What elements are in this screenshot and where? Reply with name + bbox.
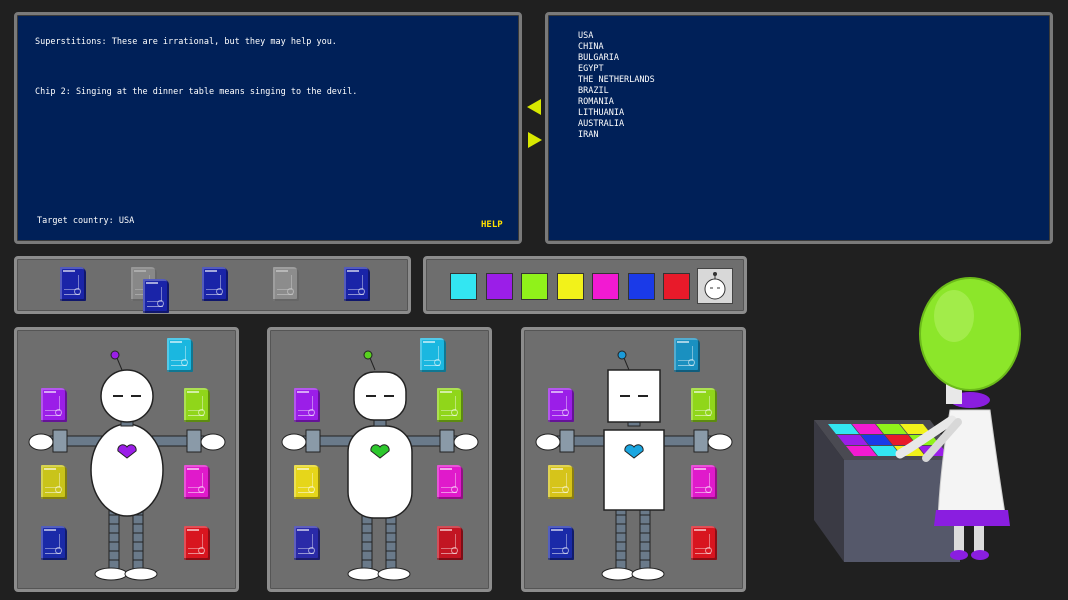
country-list-screen: USA CHINA BULGARIA EGYPT THE NETHERLANDS… [545, 12, 1053, 244]
robot-head-icon[interactable] [697, 268, 733, 304]
empty-chip-slot[interactable] [273, 267, 299, 301]
chip-tray [14, 256, 411, 314]
country-item[interactable]: LITHUANIA [578, 108, 624, 118]
chip-card[interactable] [202, 267, 228, 301]
color-swatch[interactable] [663, 273, 690, 300]
scroll-down-arrow-icon[interactable] [528, 132, 542, 148]
color-tray [423, 256, 747, 314]
help-button[interactable]: HELP [481, 220, 503, 230]
color-swatch[interactable] [592, 273, 619, 300]
color-swatch[interactable] [556, 273, 584, 300]
message-screen: Superstitions: These are irrational, but… [14, 12, 522, 244]
chip-card[interactable] [143, 279, 169, 313]
country-item[interactable]: THE NETHERLANDS [578, 75, 655, 85]
country-item[interactable]: IRAN [578, 130, 598, 140]
country-item[interactable]: CHINA [578, 42, 604, 52]
robot-figure[interactable] [17, 330, 236, 589]
robot-panel-2 [267, 327, 492, 592]
chip-description: Chip 2: Singing at the dinner table mean… [35, 87, 358, 97]
country-item[interactable]: BULGARIA [578, 53, 619, 63]
color-swatch[interactable] [521, 273, 548, 300]
scientist-scene [814, 277, 1021, 562]
robot-panel-1 [14, 327, 239, 592]
chip-card[interactable] [60, 267, 86, 301]
country-item[interactable]: AUSTRALIA [578, 119, 624, 129]
color-swatch[interactable] [627, 273, 655, 300]
country-item[interactable]: ROMANIA [578, 97, 614, 107]
color-swatch[interactable] [485, 273, 513, 300]
robot-figure[interactable] [524, 330, 743, 589]
country-item[interactable]: BRAZIL [578, 86, 609, 96]
country-item[interactable]: EGYPT [578, 64, 604, 74]
robot-panel-3 [521, 327, 746, 592]
target-country: Target country: USA [37, 216, 135, 226]
robot-figure[interactable] [270, 330, 489, 589]
color-swatch[interactable] [450, 273, 477, 300]
scroll-up-arrow-icon[interactable] [527, 99, 541, 115]
chip-card[interactable] [344, 267, 370, 301]
country-item[interactable]: USA [578, 31, 593, 41]
intro-text: Superstitions: These are irrational, but… [35, 37, 337, 47]
